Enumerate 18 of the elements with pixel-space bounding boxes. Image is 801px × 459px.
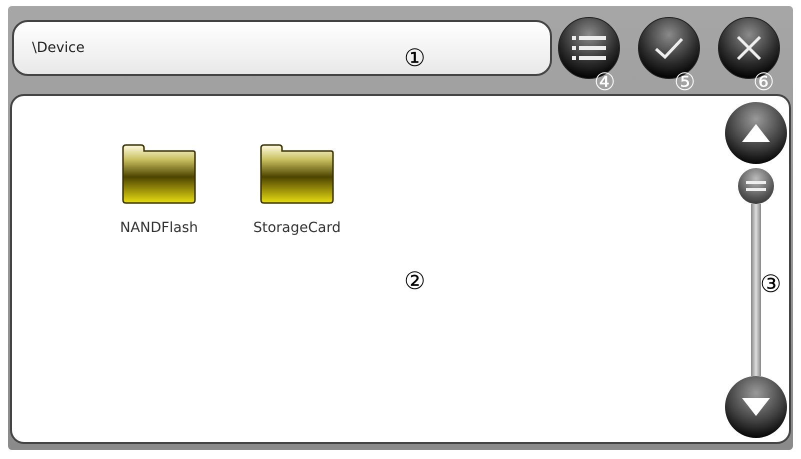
callout-number: ③ [760,272,782,296]
callout-number: ② [404,269,426,293]
down-triangle-icon [741,397,771,417]
callout-number: ⑤ [674,70,696,94]
scroll-track[interactable] [751,204,761,376]
folder-icon [121,144,197,204]
up-triangle-icon [741,123,771,143]
grip-icon [746,181,766,191]
list-icon [572,35,606,61]
folder-icon [259,144,335,204]
file-name[interactable]: StorageCard [253,220,341,236]
callout-number: ⑥ [753,70,775,94]
callout-number: ④ [594,70,616,94]
check-icon [654,37,684,59]
close-icon [736,35,762,61]
file-name[interactable]: NANDFlash [120,220,198,236]
scroll-thumb[interactable] [738,168,774,204]
callout-number: ① [404,46,426,70]
